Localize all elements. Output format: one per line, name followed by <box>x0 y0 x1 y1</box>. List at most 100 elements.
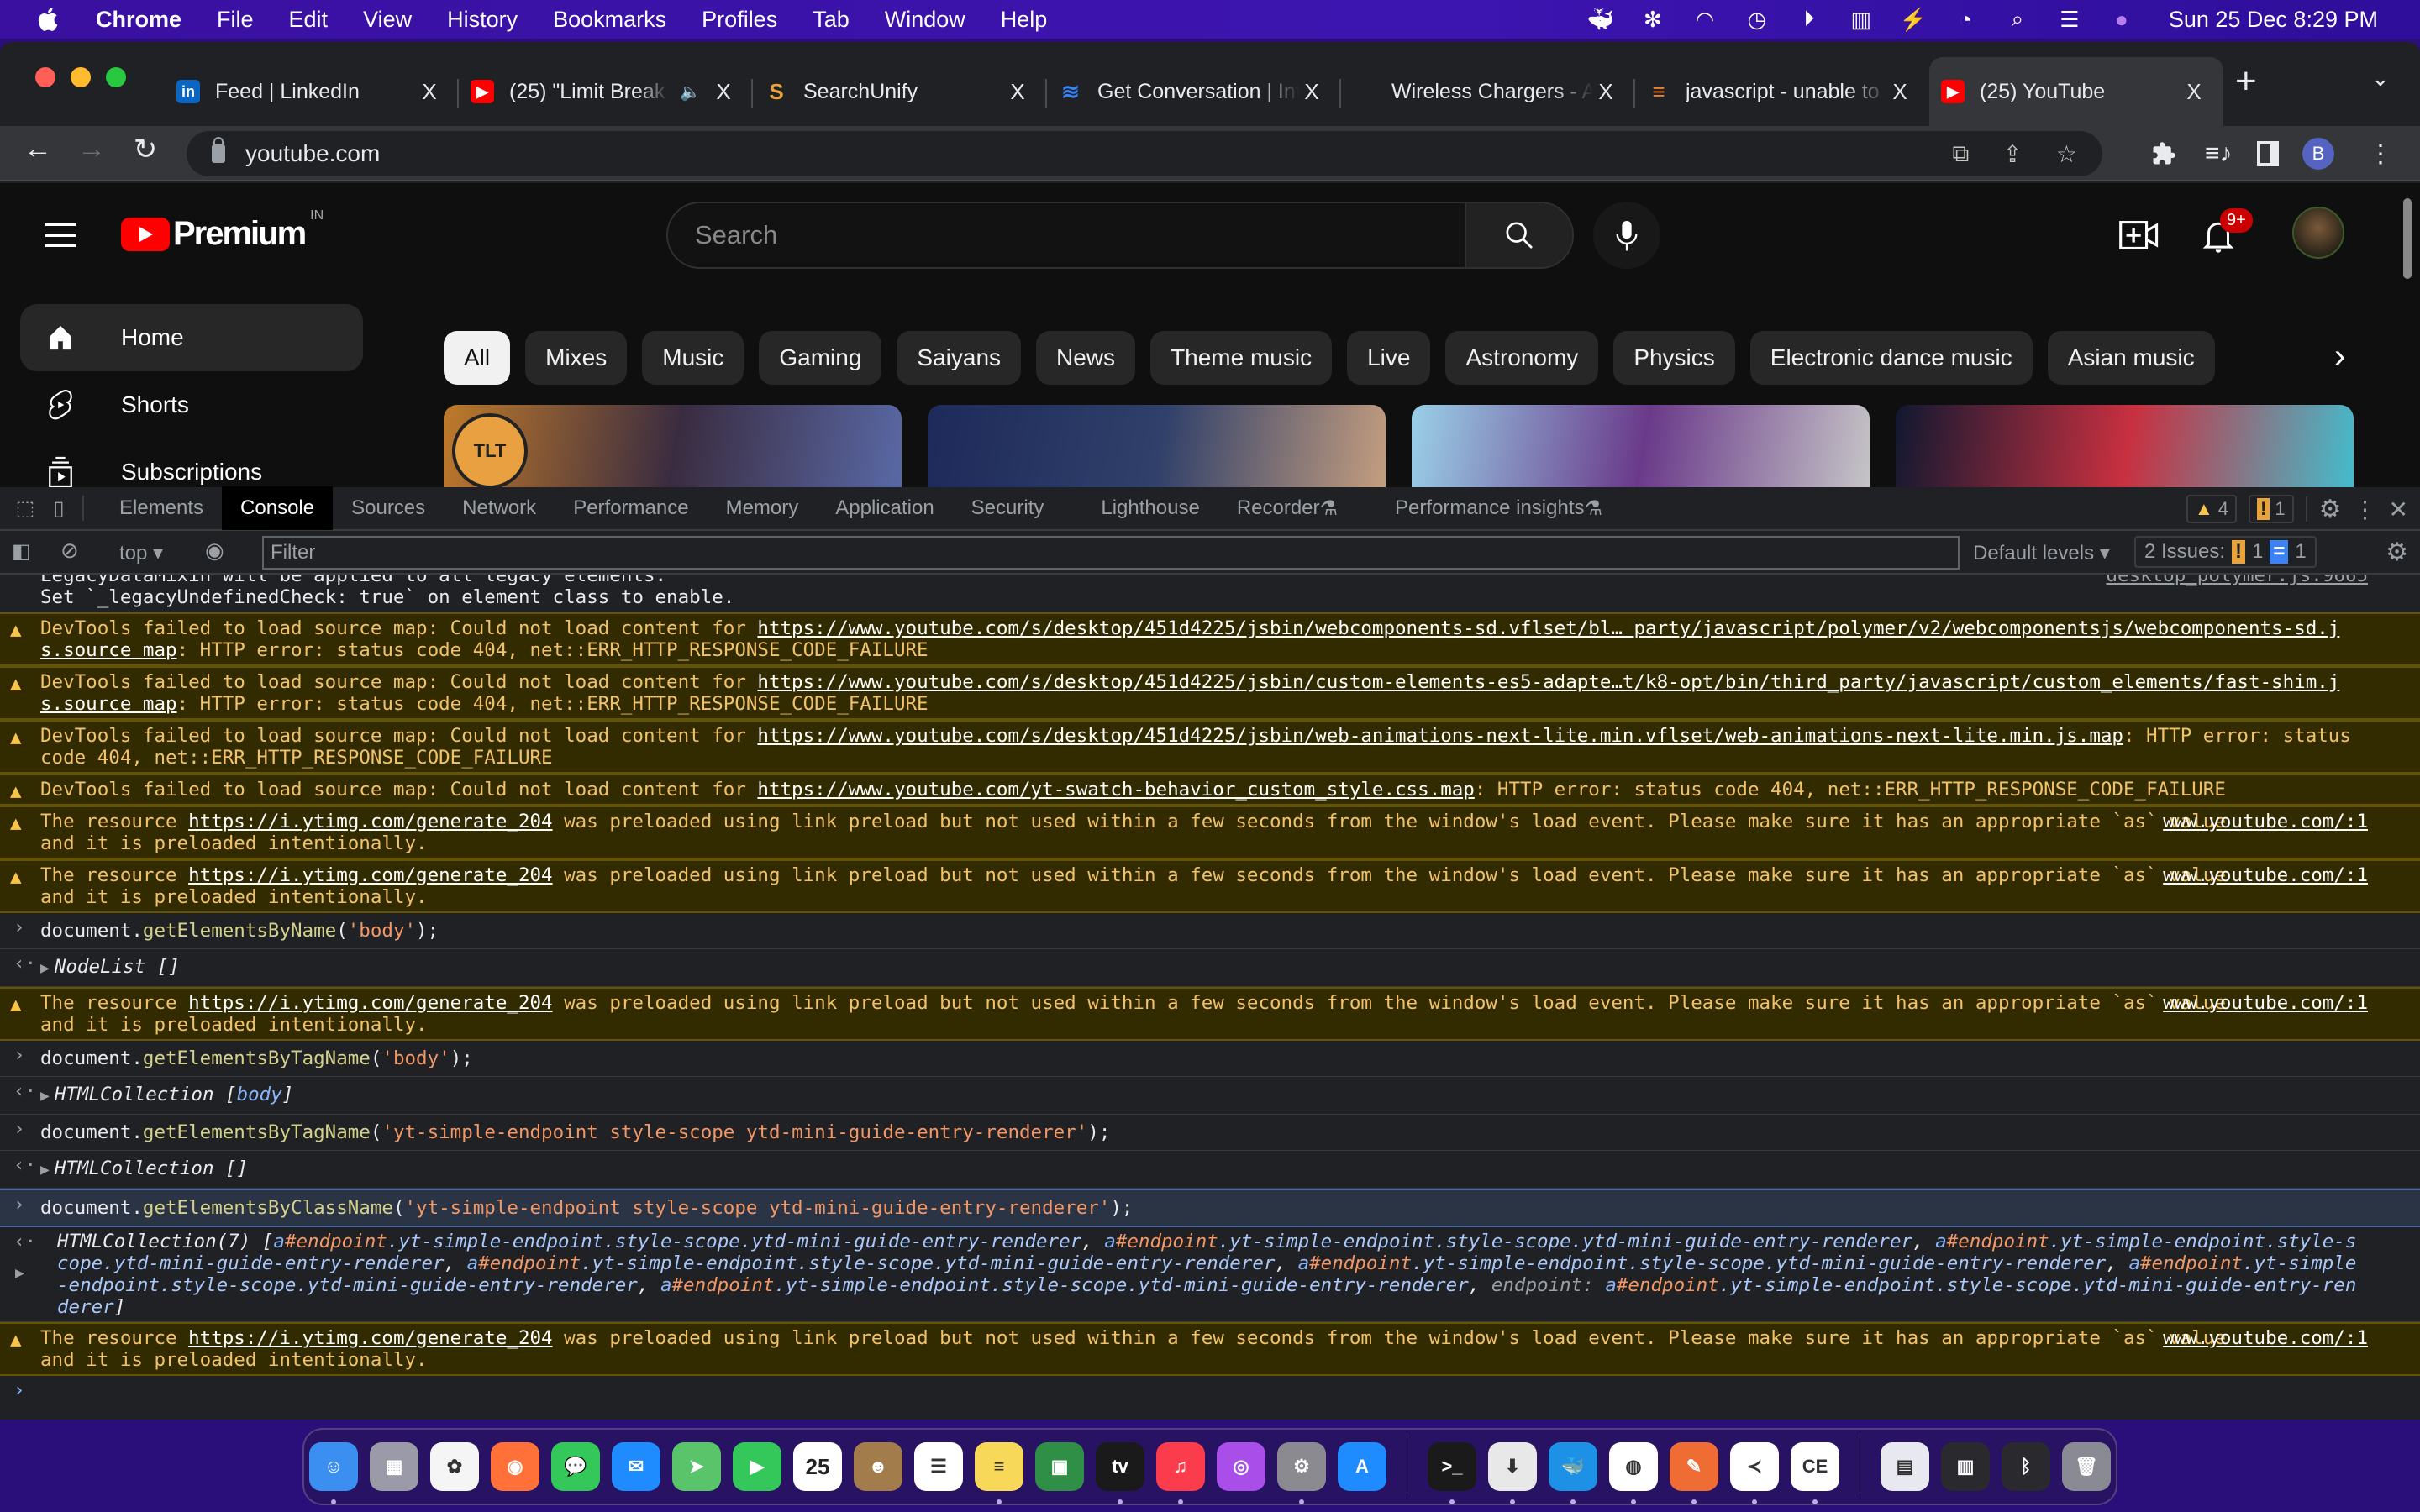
dock-notes[interactable]: ≡ <box>975 1442 1023 1504</box>
chip-theme-music[interactable]: Theme music <box>1150 331 1333 385</box>
video-thumbnail[interactable] <box>1412 405 1870 487</box>
chip-news[interactable]: News <box>1036 331 1136 385</box>
chip-electronic-dance-music[interactable]: Electronic dance music <box>1749 331 2033 385</box>
console-input[interactable]: › document.getElementsByTagName('yt-simpl… <box>0 1115 2420 1151</box>
video-thumbnail[interactable] <box>1896 405 2354 487</box>
warning-link[interactable]: https://www.youtube.com/s/desktop/451d42… <box>757 725 2123 747</box>
dock-dbeaver[interactable]: CE <box>1791 1442 1839 1504</box>
battery-charging-icon[interactable]: ⚡ <box>1900 6 1927 33</box>
tab-close-icon[interactable]: X <box>1005 79 1030 105</box>
console-output-collection[interactable]: ‹· ▶ HTMLCollection(7) [a#endpoint.yt-simp… <box>0 1227 2420 1322</box>
expand-triangle-icon[interactable]: ▶ <box>40 959 50 977</box>
minimize-window-button[interactable] <box>71 67 91 87</box>
dock-reminders[interactable]: ☰ <box>914 1442 963 1491</box>
tab-memory[interactable]: Memory <box>708 486 818 530</box>
apple-menu-icon[interactable] <box>30 6 64 33</box>
search-button[interactable] <box>1465 203 1572 267</box>
siri-icon[interactable]: ● <box>2108 6 2135 33</box>
tab-close-icon[interactable]: X <box>1593 79 1618 105</box>
dock-trash[interactable]: 🗑 <box>2062 1442 2111 1491</box>
browser-tab[interactable]: ▶ (25) YouTube X <box>1929 57 2223 126</box>
dock-google-chat[interactable]: ▣ <box>1035 1442 1084 1491</box>
warning-link[interactable]: https://i.ytimg.com/generate_204 <box>188 811 552 832</box>
chips-next-chevron-icon[interactable]: › <box>2334 338 2345 375</box>
bookmark-star-icon[interactable]: ☆ <box>2056 140 2077 168</box>
console-output[interactable]: ‹· ▶ NodeList [] <box>0 949 2420 987</box>
sidebar-toggle-icon[interactable]: ◧ <box>12 539 31 564</box>
profile-avatar[interactable]: B <box>2302 133 2334 175</box>
clear-console-icon[interactable]: ⊘ <box>60 538 79 564</box>
lock-icon[interactable] <box>212 137 225 163</box>
sidebar-item-subscriptions[interactable]: Subscriptions <box>20 438 363 487</box>
open-in-app-icon[interactable]: ⧉ <box>1952 140 1969 168</box>
side-panel-icon[interactable] <box>2257 133 2279 175</box>
context-selector[interactable]: top ▾ <box>119 541 163 565</box>
sidebar-item-home[interactable]: Home <box>20 304 363 371</box>
close-devtools-icon[interactable]: ✕ <box>2389 496 2408 523</box>
dock-visual-studio-code[interactable]: ≺ <box>1730 1442 1779 1504</box>
console-prompt[interactable]: › <box>0 1376 2420 1410</box>
docker-icon[interactable]: 🐳 <box>1587 6 1614 33</box>
chip-live[interactable]: Live <box>1347 331 1431 385</box>
tab-close-icon[interactable]: X <box>1299 79 1324 105</box>
share-icon[interactable]: ⇪ <box>2002 140 2022 168</box>
dock-app-store[interactable]: A <box>1338 1442 1386 1491</box>
create-video-button[interactable] <box>2119 218 2160 256</box>
dock-launchpad[interactable]: ▦ <box>370 1442 418 1491</box>
control-center-icon[interactable]: ☰ <box>2056 6 2083 33</box>
page-scrollbar[interactable] <box>2403 198 2412 279</box>
time-machine-icon[interactable]: ◷ <box>1744 6 1770 33</box>
back-button[interactable]: ← <box>17 133 59 165</box>
tab-close-icon[interactable]: X <box>2181 79 2207 105</box>
console-settings-gear-icon[interactable]: ⚙ <box>2386 538 2408 567</box>
chip-physics[interactable]: Physics <box>1613 331 1735 385</box>
play-circle-icon[interactable]: ⏵ <box>1796 6 1823 33</box>
menu-app-name[interactable]: Chrome <box>96 7 182 33</box>
source-link[interactable]: www.youtube.com/:1 <box>2163 1327 2368 1349</box>
chip-all[interactable]: All <box>444 331 511 385</box>
dock-firefox[interactable]: ◉ <box>491 1442 539 1491</box>
dock-postman[interactable]: ✎ <box>1670 1442 1718 1504</box>
dock-system-preferences[interactable]: ⚙ <box>1277 1442 1326 1504</box>
dock-music[interactable]: ♫ <box>1156 1442 1205 1504</box>
warning-link[interactable]: https://i.ytimg.com/generate_204 <box>188 864 552 886</box>
source-link[interactable]: www.youtube.com/:1 <box>2163 811 2368 832</box>
tab-search-chevron-icon[interactable]: ⌄ <box>2371 66 2390 92</box>
chip-saiyans[interactable]: Saiyans <box>897 331 1022 385</box>
dock-docker[interactable]: 🐳 <box>1549 1442 1597 1504</box>
maximize-window-button[interactable] <box>106 67 126 87</box>
tab-application[interactable]: Application <box>817 486 952 530</box>
dock-bluetooth-window[interactable]: ᛒ <box>2002 1442 2050 1491</box>
tab-close-icon[interactable]: X <box>417 79 442 105</box>
menu-profiles[interactable]: Profiles <box>702 7 777 33</box>
menu-bookmarks[interactable]: Bookmarks <box>553 7 666 33</box>
more-options-icon[interactable]: ⋮ <box>2354 496 2377 523</box>
menu-history[interactable]: History <box>447 7 518 33</box>
extensions-puzzle-icon[interactable] <box>2151 133 2176 175</box>
console-output[interactable]: ‹· ▶ HTMLCollection [body] <box>0 1077 2420 1115</box>
tab-close-icon[interactable]: X <box>1887 79 1912 105</box>
video-thumbnail[interactable] <box>928 405 1386 487</box>
dock-facetime[interactable]: ▶ <box>733 1442 781 1491</box>
cleaner-icon[interactable]: ✻ <box>1639 6 1666 33</box>
browser-tab[interactable]: Wireless Chargers - AppleX <box>1341 57 1635 126</box>
media-controls-icon[interactable]: ≡♪ <box>2205 133 2233 175</box>
tab-elements[interactable]: Elements <box>101 486 222 530</box>
expand-triangle-icon[interactable]: ▶ <box>15 1263 24 1284</box>
reload-button[interactable]: ↻ <box>124 133 166 166</box>
dock-mail[interactable]: ✉ <box>612 1442 660 1491</box>
menu-help[interactable]: Help <box>1001 7 1048 33</box>
tab-close-icon[interactable]: X <box>711 79 736 105</box>
chip-mixes[interactable]: Mixes <box>525 331 628 385</box>
account-avatar[interactable] <box>2292 207 2344 259</box>
issues-button[interactable]: 2 Issues: ! 1 = 1 <box>2134 536 2317 568</box>
address-bar[interactable]: youtube.com ⧉ ⇪ ☆ <box>187 131 2102 176</box>
menu-window[interactable]: Window <box>885 7 965 33</box>
menu-edit[interactable]: Edit <box>289 7 329 33</box>
tab-security[interactable]: Security <box>953 486 1063 530</box>
guide-menu-icon[interactable] <box>45 223 76 247</box>
tab-sources[interactable]: Sources <box>333 486 444 530</box>
dock-terminal[interactable]: >_ <box>1428 1442 1476 1504</box>
browser-tab[interactable]: ≡ javascript - unable to X <box>1635 57 1929 126</box>
menu-file[interactable]: File <box>217 7 254 33</box>
